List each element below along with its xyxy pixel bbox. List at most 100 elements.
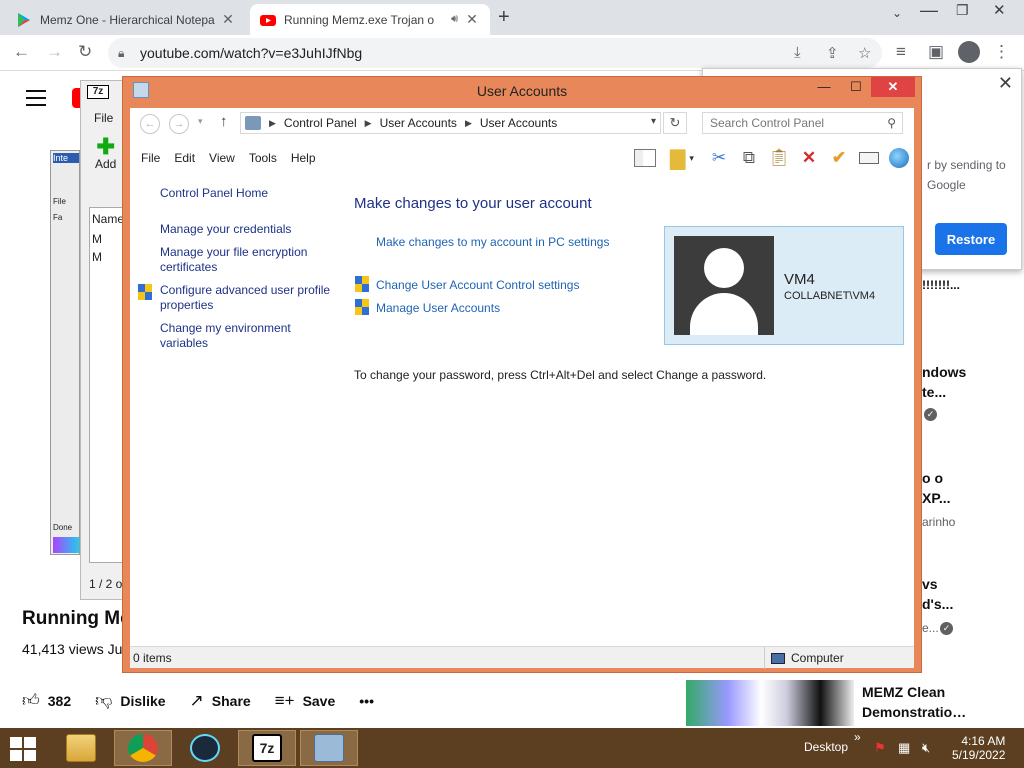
- reading-list-icon[interactable]: ≡: [896, 42, 906, 62]
- uac-settings-link[interactable]: Change User Account Control settings: [376, 278, 579, 292]
- side-rec-text[interactable]: vs: [922, 576, 938, 592]
- globe-icon[interactable]: [884, 146, 914, 170]
- reload-icon[interactable]: ↻: [78, 42, 92, 62]
- tab-running-memz[interactable]: Running Memz.exe Trojan o 🔊︎ ✕: [250, 4, 490, 35]
- pc-settings-link[interactable]: Make changes to my account in PC setting…: [376, 235, 609, 249]
- side-panel-icon[interactable]: ▣: [928, 42, 944, 62]
- side-rec-text[interactable]: o o: [922, 470, 943, 486]
- back-icon[interactable]: ←: [13, 42, 30, 62]
- volume-muted-icon[interactable]: 🔇︎: [922, 740, 930, 756]
- dislike-button[interactable]: 👎︎ Dislike: [95, 690, 165, 711]
- close-tab-icon[interactable]: ✕: [220, 11, 236, 28]
- taskbar-file-explorer[interactable]: [52, 730, 110, 766]
- taskbar-7zip[interactable]: 7z: [238, 730, 296, 766]
- rename-icon[interactable]: [854, 146, 884, 170]
- search-icon[interactable]: ⚲: [887, 113, 896, 133]
- share-icon[interactable]: ⇪: [826, 44, 839, 62]
- status-computer: Computer: [764, 647, 844, 669]
- copy-icon[interactable]: ⧉: [734, 146, 764, 170]
- windows-start-icon[interactable]: [10, 737, 38, 761]
- bookmark-star-icon[interactable]: ☆: [858, 44, 871, 62]
- breadcrumb-item[interactable]: Control Panel: [284, 116, 357, 130]
- search-input[interactable]: Search Control Panel ⚲: [702, 112, 903, 134]
- taskbar-react-app[interactable]: [176, 730, 234, 766]
- tab-memz-one[interactable]: Memz One - Hierarchical Notepa ✕: [6, 4, 246, 35]
- recommendation-thumbnail[interactable]: [686, 680, 854, 726]
- side-rec-text[interactable]: te...: [922, 384, 946, 400]
- tab-search-icon[interactable]: ⌄: [892, 6, 902, 20]
- delete-icon[interactable]: ✕: [794, 146, 824, 170]
- forward-button[interactable]: →: [169, 114, 189, 134]
- side-rec-text[interactable]: ndows: [922, 364, 966, 380]
- address-bar[interactable]: 🔒︎ youtube.com/watch?v=e3JuhIJfNbg ⤓ ⇪ ☆: [108, 38, 882, 68]
- up-arrow-icon[interactable]: ↑: [220, 113, 228, 130]
- new-tab-icon[interactable]: +: [498, 6, 510, 29]
- properties-check-icon[interactable]: ✔: [824, 146, 854, 170]
- breadcrumb-separator-icon[interactable]: ▶: [365, 118, 372, 129]
- breadcrumb-item[interactable]: User Accounts: [380, 116, 457, 130]
- menu-tools[interactable]: Tools: [235, 151, 277, 165]
- close-tab-icon[interactable]: ✕: [464, 11, 480, 28]
- maximize-button[interactable]: ☐: [843, 77, 869, 97]
- restore-button[interactable]: Restore: [935, 223, 1007, 255]
- action-center-flag-icon[interactable]: ⚑: [874, 740, 886, 756]
- share-button[interactable]: ↗ Share: [190, 691, 251, 711]
- cut-icon[interactable]: ✂: [704, 146, 734, 170]
- back-button[interactable]: ←: [140, 114, 160, 134]
- manage-user-accounts-link[interactable]: Manage User Accounts: [376, 301, 500, 315]
- install-icon[interactable]: ⤓: [794, 44, 801, 61]
- environment-variables-link[interactable]: Change my environment variables: [160, 321, 340, 351]
- profile-avatar[interactable]: [958, 41, 980, 63]
- minimize-icon[interactable]: —: [920, 0, 938, 21]
- breadcrumb-separator-icon[interactable]: ▶: [465, 118, 472, 129]
- recommendation-title[interactable]: MEMZ Clean Demonstratio…: [862, 682, 972, 722]
- ie-file-menu[interactable]: File: [53, 197, 66, 206]
- minimize-button[interactable]: —: [811, 77, 837, 97]
- taskbar-chrome[interactable]: [114, 730, 172, 766]
- popup-close-icon[interactable]: ✕: [998, 73, 1013, 94]
- chevron-down-icon[interactable]: ▾: [651, 116, 656, 127]
- recent-pages-icon[interactable]: ▾: [198, 116, 203, 127]
- like-button[interactable]: 👍︎ 382: [22, 690, 71, 711]
- menu-help[interactable]: Help: [277, 151, 316, 165]
- side-rec-text[interactable]: XP...: [922, 490, 951, 506]
- breadcrumb-separator-icon[interactable]: ▶: [269, 118, 276, 129]
- refresh-button[interactable]: ↻: [663, 112, 687, 134]
- restore-window-icon[interactable]: ❐: [956, 2, 969, 19]
- system-clock[interactable]: 4:16 AM 5/19/2022: [952, 734, 1005, 762]
- save-button[interactable]: ≡+ Save: [275, 691, 336, 711]
- youtube-icon: [260, 14, 276, 26]
- close-button[interactable]: ✕: [871, 77, 915, 97]
- desktop-toolbar-label[interactable]: Desktop: [804, 740, 848, 754]
- menu-file[interactable]: File: [130, 151, 160, 165]
- item-count: 0 items: [133, 651, 172, 665]
- paste-icon[interactable]: 📋︎: [764, 146, 794, 170]
- advanced-profile-link[interactable]: Configure advanced user profile properti…: [160, 283, 340, 313]
- manage-credentials-link[interactable]: Manage your credentials: [160, 222, 340, 237]
- network-icon[interactable]: ▦: [898, 740, 910, 756]
- file-encryption-link[interactable]: Manage your file encryption certificates: [160, 245, 340, 275]
- folder-options-icon[interactable]: ▇ ▾: [660, 146, 704, 170]
- sevenzip-file-menu[interactable]: File: [94, 111, 113, 125]
- user-avatar-icon[interactable]: [674, 236, 774, 335]
- side-rec-text[interactable]: d's...: [922, 596, 953, 612]
- chevron-right-icon[interactable]: »: [854, 730, 861, 744]
- hamburger-menu-icon[interactable]: [26, 90, 46, 111]
- breadcrumb[interactable]: ▶ Control Panel ▶ User Accounts ▶ User A…: [240, 112, 661, 134]
- sevenzip-add-button[interactable]: ✚ Add: [95, 136, 116, 172]
- save-label: Save: [302, 692, 336, 709]
- ie-status: Done: [53, 523, 73, 532]
- forward-icon[interactable]: →: [46, 42, 63, 62]
- control-panel-home-link[interactable]: Control Panel Home: [160, 186, 340, 201]
- more-actions-button[interactable]: •••: [359, 693, 374, 709]
- kebab-menu-icon[interactable]: ⋮: [993, 42, 1010, 62]
- menu-view[interactable]: View: [195, 151, 235, 165]
- speaker-icon[interactable]: 🔊︎: [451, 13, 458, 26]
- breadcrumb-item[interactable]: User Accounts: [480, 116, 557, 130]
- side-rec-text[interactable]: !!!!!!!...: [922, 278, 960, 292]
- taskbar-control-panel[interactable]: [300, 730, 358, 766]
- layout-pane-icon[interactable]: [630, 146, 660, 170]
- menu-edit[interactable]: Edit: [160, 151, 195, 165]
- ie-favorites[interactable]: Fa: [53, 213, 62, 222]
- close-window-icon[interactable]: ✕: [993, 1, 1006, 19]
